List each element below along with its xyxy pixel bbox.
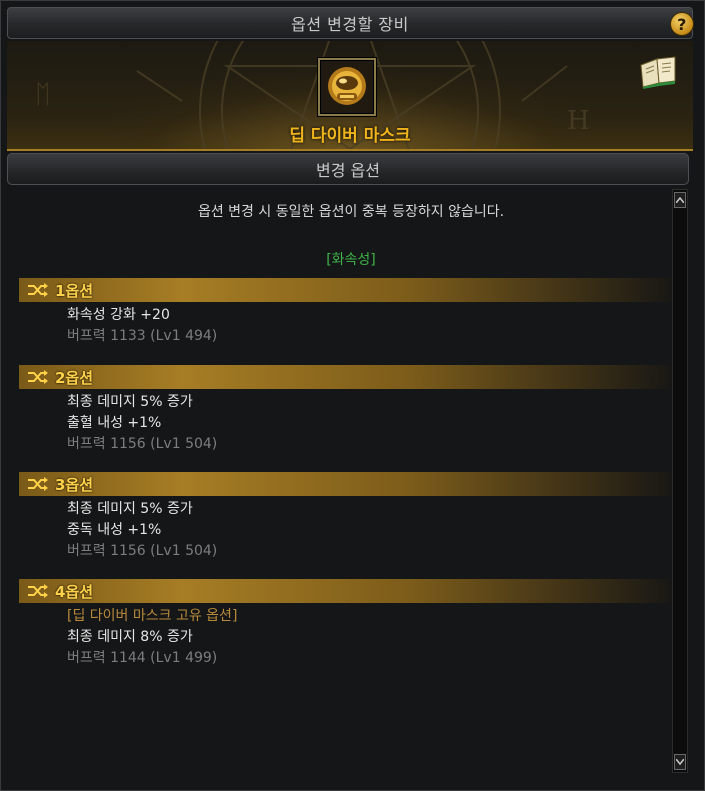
scrollbar[interactable]	[672, 189, 688, 773]
option-header[interactable]: 4옵션	[19, 579, 671, 603]
buff-power-text: 버프력 1144 (Lv1 499)	[67, 650, 218, 666]
section-header: 변경 옵션	[7, 153, 689, 185]
buff-power-text: 버프력 1156 (Lv1 504)	[67, 436, 218, 452]
shuffle-icon	[28, 477, 48, 491]
option-header[interactable]: 2옵션	[19, 365, 671, 389]
option-header[interactable]: 1옵션	[19, 278, 671, 302]
section-title: 변경 옵션	[316, 161, 380, 180]
option-line: 화속성 강화 +20	[67, 307, 170, 323]
shuffle-icon	[28, 584, 48, 598]
option-line: 최종 데미지 5% 증가	[67, 501, 193, 517]
window-titlebar: 옵션 변경할 장비 ?	[7, 7, 694, 39]
option-label: 3옵션	[55, 475, 94, 494]
option-change-window: 옵션 변경할 장비 ? ᛖ H 딥 다이버 마스크 변경 옵션 옵션 변경 시 …	[0, 0, 705, 791]
notice-text: 옵션 변경 시 동일한 옵션이 중복 등장하지 않습니다.	[197, 204, 505, 220]
book-icon[interactable]	[637, 55, 679, 89]
item-slot[interactable]	[318, 58, 376, 116]
unique-option-tag: [딥 다이버 마스크 고유 옵션]	[67, 608, 238, 624]
option-line: 최종 데미지 5% 증가	[67, 394, 193, 410]
diver-mask-icon	[322, 62, 372, 112]
option-line: 출혈 내성 +1%	[67, 415, 162, 431]
shuffle-icon	[28, 283, 48, 297]
option-entry-4: 4옵션 [딥 다이버 마스크 고유 옵션] 최종 데미지 8% 증가 버프력 1…	[19, 579, 671, 669]
help-button[interactable]: ?	[670, 12, 694, 36]
option-label: 4옵션	[55, 582, 94, 601]
shuffle-icon	[28, 370, 48, 384]
scroll-down-button[interactable]	[674, 754, 686, 770]
option-line: 중독 내성 +1%	[67, 522, 162, 538]
option-label: 2옵션	[55, 368, 94, 387]
equipment-banner: ᛖ H 딥 다이버 마스크	[7, 41, 693, 151]
option-header[interactable]: 3옵션	[19, 472, 671, 496]
attribute-tag: [화속성]	[326, 252, 376, 268]
item-name: 딥 다이버 마스크	[289, 126, 411, 146]
chevron-up-icon	[676, 197, 684, 203]
option-entry-2: 2옵션 최종 데미지 5% 증가 출혈 내성 +1% 버프력 1156 (Lv1…	[19, 365, 671, 455]
chevron-down-icon	[676, 759, 684, 765]
svg-text:ᛖ: ᛖ	[35, 80, 51, 110]
buff-power-text: 버프력 1133 (Lv1 494)	[67, 328, 218, 344]
option-label: 1옵션	[55, 281, 94, 300]
option-list-panel: 옵션 변경 시 동일한 옵션이 중복 등장하지 않습니다. [화속성] 1옵션 …	[11, 189, 671, 779]
option-entry-3: 3옵션 최종 데미지 5% 증가 중독 내성 +1% 버프력 1156 (Lv1…	[19, 472, 671, 562]
option-entry-1: 1옵션 화속성 강화 +20 버프력 1133 (Lv1 494)	[19, 278, 671, 347]
buff-power-text: 버프력 1156 (Lv1 504)	[67, 543, 218, 559]
window-title: 옵션 변경할 장비	[291, 15, 409, 34]
option-line: 최종 데미지 8% 증가	[67, 629, 193, 645]
scroll-up-button[interactable]	[674, 192, 686, 208]
